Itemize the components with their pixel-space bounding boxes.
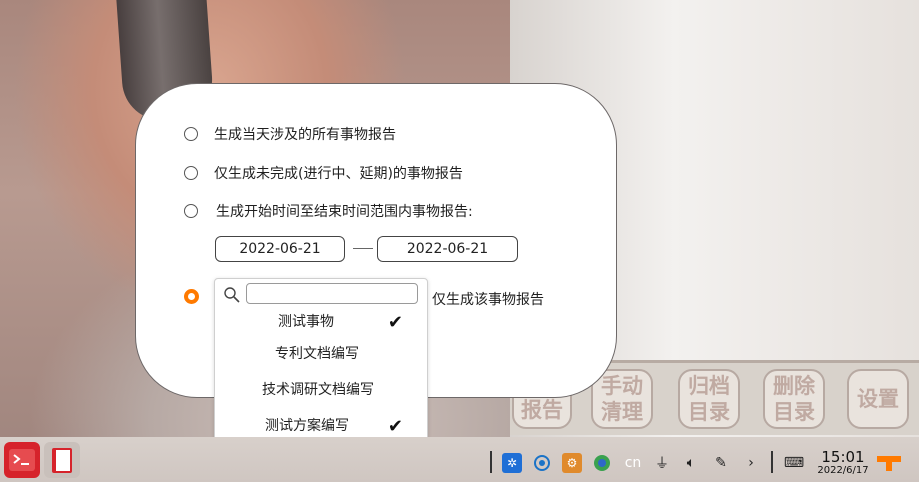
item-dropdown-list: 测试事物 ✔ 专利文档编写 技术调研文档编写 测试方案编写 ✔: [214, 278, 428, 458]
option-date-range-label: 生成开始时间至结束时间范围内事物报告:: [216, 204, 473, 220]
option-all-today-label: 生成当天涉及的所有事物报告: [214, 127, 396, 143]
dropdown-item[interactable]: 测试事物 ✔: [215, 307, 427, 335]
archive-directory-button[interactable]: 归档 目录: [678, 369, 740, 429]
dropdown-item[interactable]: 专利文档编写: [215, 339, 427, 367]
notes-app-icon[interactable]: [44, 442, 80, 478]
option-single-item[interactable]: [184, 289, 215, 304]
terminal-app-icon[interactable]: [4, 442, 40, 478]
taskbar-separator: [490, 451, 492, 473]
start-date-field[interactable]: 2022-06-21: [215, 236, 345, 262]
archive-button-label: 归档 目录: [688, 374, 730, 424]
clock-time[interactable]: 15:01: [818, 448, 868, 466]
end-date-value: 2022-06-21: [406, 241, 489, 257]
dropdown-item[interactable]: 技术调研文档编写: [215, 375, 427, 403]
dropdown-search-input[interactable]: [246, 283, 418, 304]
end-date-field[interactable]: 2022-06-21: [377, 236, 518, 262]
dropdown-item-label: 技术调研文档编写: [262, 382, 374, 398]
dropdown-item[interactable]: 测试方案编写 ✔: [215, 411, 427, 439]
clock-date[interactable]: 2022/6/17: [812, 465, 874, 476]
settings-button-label: 设置: [857, 387, 899, 411]
option-unfinished-label: 仅生成未完成(进行中、延期)的事物报告: [214, 166, 463, 182]
radio-all-today[interactable]: [184, 127, 198, 141]
sync-icon[interactable]: [532, 453, 552, 473]
browser-icon[interactable]: [592, 453, 612, 473]
usb-icon[interactable]: ⏚: [652, 453, 672, 473]
dropdown-item-label: 专利文档编写: [275, 346, 359, 362]
date-range-separator: [353, 248, 373, 249]
checkmark-icon: ✔: [387, 416, 403, 437]
pen-icon[interactable]: ✎: [711, 453, 731, 473]
taskbar: [0, 437, 919, 482]
delete-button-label: 删除 目录: [773, 374, 815, 424]
gear-app-icon[interactable]: ⚙: [562, 453, 582, 473]
chevron-right-icon[interactable]: ›: [741, 453, 761, 473]
radio-single-item[interactable]: [184, 289, 199, 304]
taskbar-separator: [771, 451, 773, 473]
notification-panel-icon[interactable]: [876, 453, 902, 473]
start-date-value: 2022-06-21: [239, 241, 321, 257]
keyboard-icon[interactable]: ⌨: [784, 453, 804, 473]
dropdown-item-label: 测试方案编写: [265, 418, 349, 434]
option-all-today[interactable]: 生成当天涉及的所有事物报告: [184, 124, 396, 144]
input-method-label: cn: [624, 455, 642, 471]
option-single-item-label: 仅生成该事物报告: [432, 292, 544, 308]
volume-icon[interactable]: 🔈︎: [681, 453, 701, 473]
option-single-item-text: 仅生成该事物报告: [432, 289, 544, 309]
manual-clean-button-label: 手动 清理: [601, 374, 643, 424]
option-unfinished[interactable]: 仅生成未完成(进行中、延期)的事物报告: [184, 163, 463, 183]
dropdown-item-label: 测试事物: [278, 314, 334, 330]
report-button-label: 报告: [521, 398, 563, 422]
input-method-indicator[interactable]: cn: [622, 453, 644, 473]
checkmark-icon: ✔: [387, 312, 403, 333]
radio-unfinished[interactable]: [184, 166, 198, 180]
search-icon: [223, 286, 241, 304]
delete-directory-button[interactable]: 删除 目录: [763, 369, 825, 429]
option-date-range[interactable]: 生成开始时间至结束时间范围内事物报告:: [184, 201, 473, 221]
settings-button[interactable]: 设置: [847, 369, 909, 429]
radio-date-range[interactable]: [184, 204, 198, 218]
network-app-icon[interactable]: ✲: [502, 453, 522, 473]
